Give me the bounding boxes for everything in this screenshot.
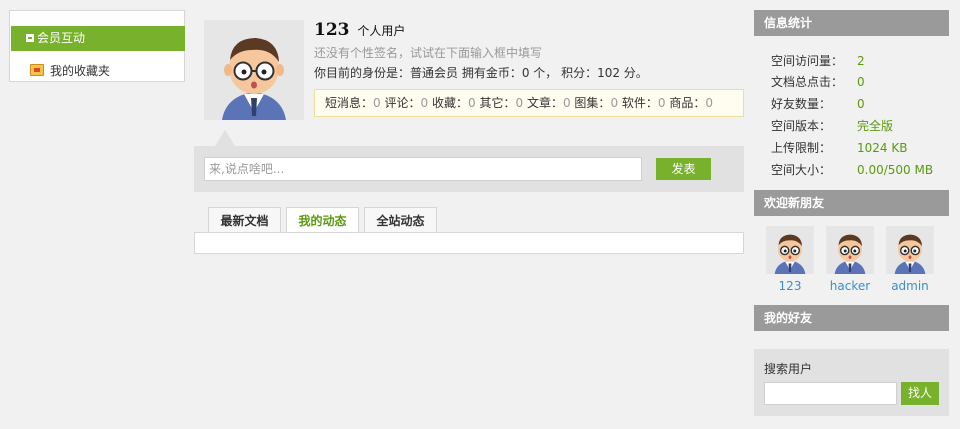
stat-label: 软件： [621,96,658,110]
stat-value: 0 [562,96,571,110]
info-key: 空间大小： [771,163,832,177]
friend-card[interactable]: hacker [826,226,874,293]
info-value: 0 [857,97,865,111]
info-key: 好友数量： [771,97,832,111]
stat-articles[interactable]: 文章：0 [527,96,571,110]
stat-label: 图集： [574,96,611,110]
stat-value: 0 [373,96,381,110]
status-panel: 发表 [194,146,744,192]
info-value: 0.00/500 MB [857,163,934,177]
user-avatar-icon [766,226,814,274]
stat-value: 0 [515,96,524,110]
friend-name[interactable]: 123 [766,279,814,293]
info-key: 空间版本： [771,119,832,133]
stat-label: 短消息： [325,96,374,110]
post-button[interactable]: 发表 [656,158,711,180]
stat-label: 其它： [479,96,516,110]
info-value: 1024 KB [857,141,908,155]
info-row: 空间访问量： 2 [771,52,865,70]
user-avatar-icon [204,20,304,120]
stat-software[interactable]: 软件：0 [622,96,666,110]
info-row: 上传限制： 1024 KB [771,139,907,157]
friend-name[interactable]: admin [886,279,934,293]
user-type: 个人用户 [357,24,406,38]
stat-value: 0 [420,96,429,110]
status-input[interactable] [204,157,642,181]
info-value: 完全版 [857,119,894,133]
new-friends-header: 欢迎新朋友 [754,190,949,216]
stat-favorites[interactable]: 收藏：0 [432,96,476,110]
user-stats: 短消息：0 评论：0 收藏：0 其它：0 文章：0 图集：0 软件：0 商品：0 [314,89,744,117]
stat-value: 0 [467,96,476,110]
avatar[interactable] [826,226,874,274]
stat-label: 评论： [384,96,421,110]
find-user-button[interactable]: 找人 [901,382,939,405]
info-key: 上传限制： [771,141,832,155]
info-stats-header: 信息统计 [754,10,949,36]
user-search-panel: 搜索用户 找人 [754,349,949,416]
info-row: 文档总点击： 0 [771,73,865,91]
info-row: 好友数量： 0 [771,95,865,113]
identity-line: 你目前的身份是：普通会员 拥有金币：0 个， 积分：102 分。 [314,66,648,80]
tab-latest-docs[interactable]: 最新文档 [208,207,281,233]
stat-messages[interactable]: 短消息：0 [325,96,381,110]
tab-content [194,232,744,254]
stat-label: 文章： [526,96,563,110]
search-label: 搜索用户 [764,362,813,376]
user-search-input[interactable] [764,382,897,405]
avatar[interactable] [886,226,934,274]
user-avatar-icon [886,226,934,274]
my-friends-header: 我的好友 [754,305,949,331]
info-key: 文档总点击： [771,75,844,89]
stat-products[interactable]: 商品：0 [669,96,713,110]
folder-icon [30,64,44,76]
info-value: 0 [857,75,865,89]
minus-icon[interactable] [26,34,34,42]
stat-value: 0 [657,96,666,110]
info-stats-panel: 空间访问量： 2 文档总点击： 0 好友数量： 0 空间版本： 完全版 上传限制： 102… [754,36,949,186]
avatar[interactable] [766,226,814,274]
info-key: 空间访问量： [771,54,844,68]
profile-header: 123 个人用户 [314,20,405,42]
sidebar-item-label: 我的收藏夹 [50,64,111,78]
stat-other[interactable]: 其它：0 [479,96,523,110]
stat-comments[interactable]: 评论：0 [384,96,428,110]
stat-label: 收藏： [431,96,468,110]
sidebar-item-label: 会员互动 [37,31,86,45]
info-value: 2 [857,54,865,68]
signature-hint: 还没有个性签名，试试在下面输入框中填写 [314,46,543,60]
friend-card[interactable]: admin [886,226,934,293]
stat-value: 0 [610,96,619,110]
stat-albums[interactable]: 图集：0 [574,96,618,110]
tab-site-activity[interactable]: 全站动态 [364,207,437,233]
stat-value: 0 [705,96,714,110]
friend-card[interactable]: 123 [766,226,814,293]
avatar[interactable] [204,20,304,120]
sidebar-item-favorites[interactable]: 我的收藏夹 [30,61,110,81]
tab-my-activity[interactable]: 我的动态 [286,207,359,233]
sidebar: 会员互动 我的收藏夹 [9,10,185,82]
info-row: 空间大小： 0.00/500 MB [771,161,933,179]
username: 123 [314,20,350,40]
stat-label: 商品： [669,96,706,110]
sidebar-item-member-interaction[interactable]: 会员互动 [11,26,185,51]
friend-name[interactable]: hacker [826,279,874,293]
info-row: 空间版本： 完全版 [771,117,893,135]
user-avatar-icon [826,226,874,274]
pointer-arrow [215,130,235,146]
